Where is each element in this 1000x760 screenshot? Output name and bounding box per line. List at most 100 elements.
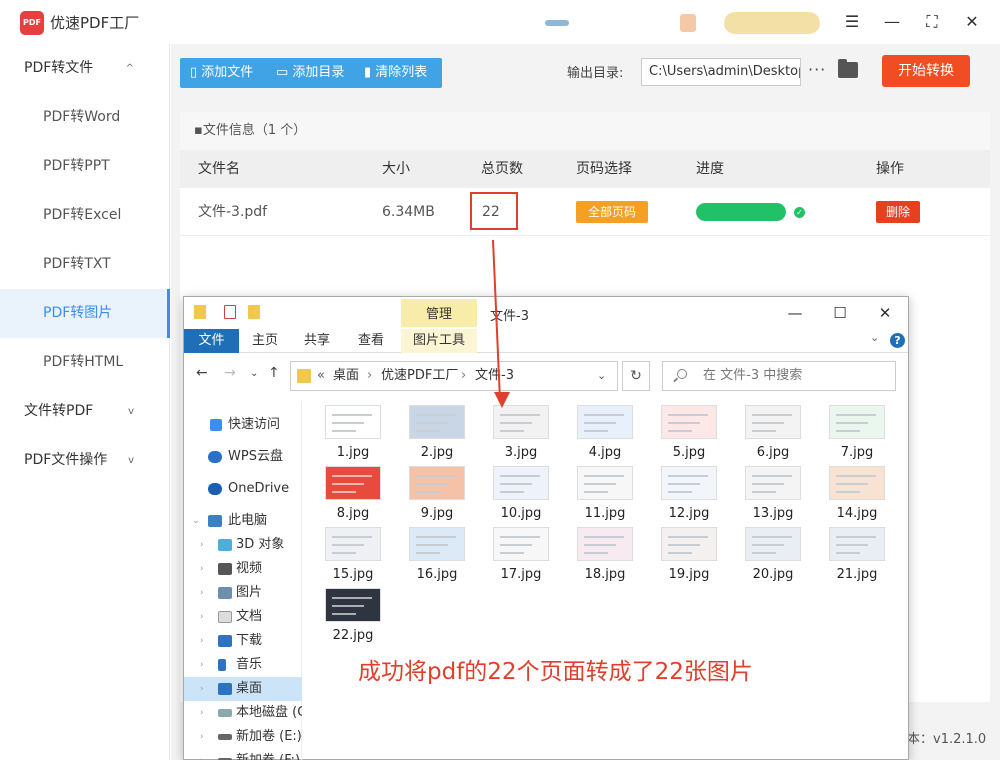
sidebar-group-pdf-to-file[interactable]: PDF转文件 ^ xyxy=(0,44,170,93)
tab-share[interactable]: 共享 xyxy=(296,329,338,353)
expand-icon[interactable]: ⌄ xyxy=(192,509,200,533)
page-select-button[interactable]: 全部页码 xyxy=(576,201,648,223)
image-preview-icon xyxy=(577,466,633,500)
close-icon[interactable]: ✕ xyxy=(870,301,900,325)
nav-downloads[interactable]: › 下载 xyxy=(184,629,302,653)
nav-videos[interactable]: › 视频 xyxy=(184,557,302,581)
file-name-label: 21.jpg xyxy=(836,567,878,582)
decor-badge-icon[interactable] xyxy=(680,14,696,32)
help-icon[interactable]: ? xyxy=(890,333,905,348)
search-input[interactable]: 在 文件-3 中搜索 xyxy=(662,361,896,391)
sidebar-item-pdf-to-txt[interactable]: PDF转TXT xyxy=(0,240,170,289)
tab-file[interactable]: 文件 xyxy=(184,329,239,353)
preview-line xyxy=(584,422,616,424)
file-thumbnail[interactable]: 19.jpg xyxy=(660,527,718,609)
nav-volume-e[interactable]: › 新加卷 (E:) xyxy=(184,725,302,749)
file-thumbnail[interactable]: 17.jpg xyxy=(492,527,550,609)
back-icon[interactable]: ← xyxy=(196,365,208,381)
output-dir-input[interactable]: C:\Users\admin\Desktop xyxy=(641,58,801,86)
maximize-icon[interactable]: ☐ xyxy=(825,301,855,325)
new-folder-icon[interactable] xyxy=(248,305,260,319)
file-name-label: 2.jpg xyxy=(420,445,454,460)
nav-quick-access[interactable]: 快速访问 xyxy=(184,413,302,437)
preview-line xyxy=(500,430,524,432)
sidebar-item-pdf-to-image[interactable]: PDF转图片 xyxy=(0,289,170,338)
expand-icon[interactable]: › xyxy=(200,533,204,557)
image-preview-icon xyxy=(409,527,465,561)
more-options-button[interactable]: ··· xyxy=(808,60,826,79)
nav-volume-f[interactable]: › 新加卷 (F:) xyxy=(184,749,302,760)
minimize-icon[interactable]: — xyxy=(880,10,904,34)
sidebar-item-pdf-to-html[interactable]: PDF转HTML xyxy=(0,338,170,387)
minimize-icon[interactable]: — xyxy=(780,301,810,325)
nav-3d-objects[interactable]: › 3D 对象 xyxy=(184,533,302,557)
sidebar-item-pdf-to-excel[interactable]: PDF转Excel xyxy=(0,191,170,240)
breadcrumb-desktop[interactable]: 桌面 xyxy=(333,362,359,390)
nav-music[interactable]: › 音乐 xyxy=(184,653,302,677)
expand-icon[interactable]: › xyxy=(200,581,204,605)
expand-icon[interactable]: › xyxy=(200,605,204,629)
address-bar[interactable]: « 桌面 › 优速PDF工厂 › 文件-3 ⌄ xyxy=(290,361,618,391)
add-file-button[interactable]: ▯ 添加文件 xyxy=(190,58,253,88)
add-dir-button[interactable]: ▭ 添加目录 xyxy=(276,58,344,88)
nav-desktop[interactable]: › 桌面 xyxy=(184,677,302,701)
properties-icon[interactable] xyxy=(224,305,236,319)
file-thumbnail[interactable]: 16.jpg xyxy=(408,527,466,609)
expand-icon[interactable]: › xyxy=(200,653,204,677)
breadcrumb-folder[interactable]: 文件-3 xyxy=(475,362,514,390)
sidebar-item-pdf-to-word[interactable]: PDF转Word xyxy=(0,93,170,142)
address-overflow[interactable]: « xyxy=(317,362,325,390)
start-convert-button[interactable]: 开始转换 xyxy=(882,55,970,87)
expand-icon[interactable]: › xyxy=(200,701,204,725)
nav-this-pc[interactable]: ⌄ 此电脑 xyxy=(184,509,302,533)
chevron-down-icon[interactable]: ⌄ xyxy=(870,331,879,344)
close-icon[interactable]: ✕ xyxy=(960,10,984,34)
file-thumbnail[interactable]: 18.jpg xyxy=(576,527,634,609)
delete-button[interactable]: 删除 xyxy=(876,201,920,223)
preview-line xyxy=(836,475,876,477)
folder-outline-icon: ▭ xyxy=(276,65,293,80)
history-chevron-icon[interactable]: ⌄ xyxy=(250,368,258,379)
music-icon xyxy=(218,659,226,671)
table-row[interactable]: 文件-3.pdf 6.34MB 22 全部页码 ✓ 删除 xyxy=(180,188,990,236)
sidebar-item-pdf-to-ppt[interactable]: PDF转PPT xyxy=(0,142,170,191)
cube-icon xyxy=(218,539,232,551)
address-dropdown-icon[interactable]: ⌄ xyxy=(597,362,606,390)
breadcrumb-sep: › xyxy=(367,368,373,383)
sidebar-group-file-to-pdf[interactable]: 文件转PDF v xyxy=(0,387,170,436)
nav-onedrive[interactable]: OneDrive xyxy=(184,477,302,501)
up-icon[interactable]: ↑ xyxy=(268,365,280,381)
nav-documents[interactable]: › 文档 xyxy=(184,605,302,629)
clear-list-button[interactable]: ▮ 清除列表 xyxy=(364,58,427,88)
nav-pictures[interactable]: › 图片 xyxy=(184,581,302,605)
tab-home[interactable]: 主页 xyxy=(244,329,286,353)
refresh-icon[interactable]: ↻ xyxy=(622,361,650,391)
forward-icon[interactable]: → xyxy=(224,365,236,381)
preview-line xyxy=(416,430,440,432)
nav-label: 音乐 xyxy=(236,657,263,672)
expand-icon[interactable]: › xyxy=(200,557,204,581)
expand-icon[interactable]: › xyxy=(200,629,204,653)
menu-icon[interactable]: ☰ xyxy=(840,10,864,34)
tab-picture-tools[interactable]: 图片工具 xyxy=(401,329,477,353)
expand-icon[interactable]: › xyxy=(200,677,204,701)
vip-banner-icon[interactable] xyxy=(724,12,820,34)
sidebar-group-pdf-ops[interactable]: PDF文件操作 v xyxy=(0,436,170,485)
preview-line xyxy=(752,430,776,432)
expand-icon[interactable]: › xyxy=(200,725,204,749)
nav-local-disk-c[interactable]: › 本地磁盘 (C xyxy=(184,701,302,725)
file-thumbnail[interactable]: 20.jpg xyxy=(744,527,802,609)
file-thumbnail[interactable]: 21.jpg xyxy=(828,527,886,609)
maximize-icon[interactable]: ⛶ xyxy=(920,10,944,34)
col-filename: 文件名 xyxy=(198,161,240,177)
annotation-caption: 成功将pdf的22个页面转成了22张图片 xyxy=(358,659,753,685)
manage-tab[interactable]: 管理 xyxy=(401,299,477,327)
preview-line xyxy=(752,552,776,554)
breadcrumb-app[interactable]: 优速PDF工厂 xyxy=(381,362,458,390)
folder-icon[interactable] xyxy=(838,59,858,78)
tab-view[interactable]: 查看 xyxy=(350,329,392,353)
file-name-label: 8.jpg xyxy=(336,506,370,521)
preview-line xyxy=(752,544,784,546)
expand-icon[interactable]: › xyxy=(200,749,204,760)
nav-wps-cloud[interactable]: WPS云盘 xyxy=(184,445,302,469)
